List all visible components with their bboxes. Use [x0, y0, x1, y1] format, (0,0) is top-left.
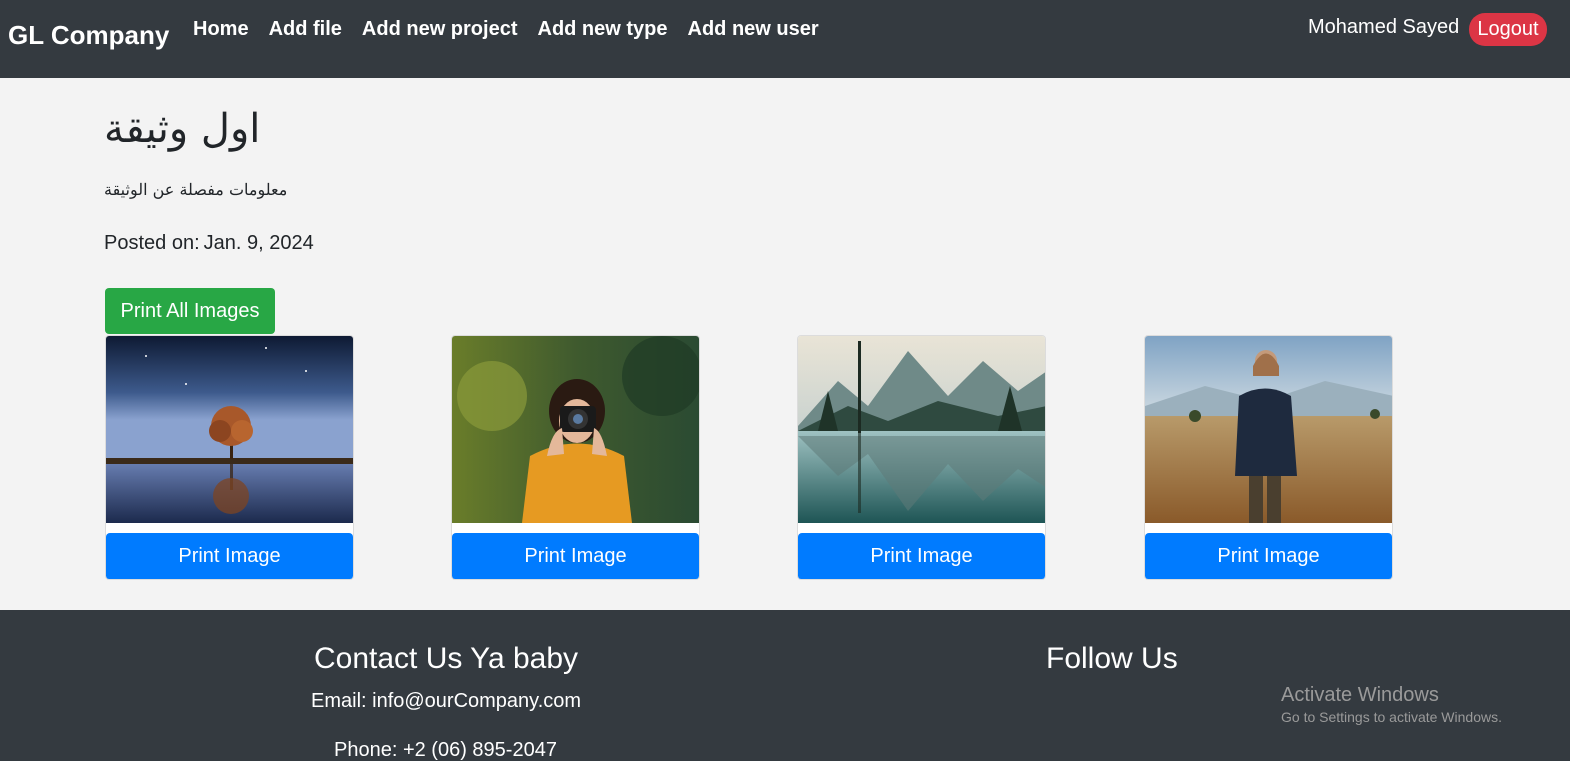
- print-image-button[interactable]: Print Image: [1145, 533, 1392, 579]
- navbar: GL Company Home Add file Add new project…: [0, 0, 1570, 78]
- image-card: Print Image: [797, 335, 1046, 580]
- posted-date-line: Posted on: Jan. 9, 2024: [104, 232, 314, 255]
- nav-link-add-new-user[interactable]: Add new user: [688, 18, 819, 41]
- mountain-lake-image: [798, 336, 1045, 523]
- brand-logo[interactable]: GL Company: [8, 20, 169, 51]
- woman-with-camera-image: [452, 336, 699, 523]
- nav-link-add-file[interactable]: Add file: [269, 18, 342, 41]
- logout-button[interactable]: Logout: [1469, 13, 1547, 46]
- posted-label: Posted on:: [104, 232, 200, 254]
- nav-links: Home Add file Add new project Add new ty…: [193, 18, 839, 41]
- activate-subtitle: Go to Settings to activate Windows.: [1281, 709, 1502, 725]
- document-description: معلومات مفصلة عن الوثيقة: [104, 180, 288, 199]
- image-card: Print Image: [1144, 335, 1393, 580]
- man-in-field-image: [1145, 336, 1392, 523]
- activate-title: Activate Windows: [1281, 684, 1439, 706]
- print-image-button[interactable]: Print Image: [106, 533, 353, 579]
- print-all-images-button[interactable]: Print All Images: [105, 288, 275, 334]
- image-card: Print Image: [451, 335, 700, 580]
- print-image-button[interactable]: Print Image: [452, 533, 699, 579]
- nav-link-home[interactable]: Home: [193, 18, 249, 41]
- contact-email: Email: info@ourCompany.com: [311, 690, 582, 712]
- nav-link-add-new-type[interactable]: Add new type: [538, 18, 668, 41]
- print-image-button[interactable]: Print Image: [798, 533, 1045, 579]
- image-card: Print Image: [105, 335, 354, 580]
- follow-title: Follow Us: [1046, 642, 1178, 675]
- contact-title: Contact Us Ya baby: [314, 642, 579, 675]
- nav-link-add-new-project[interactable]: Add new project: [362, 18, 518, 41]
- activate-windows-watermark: Activate Windows Go to Settings to activ…: [1281, 684, 1502, 725]
- contact-phone: Phone: +2 (06) 895-2047: [334, 739, 557, 761]
- posted-date: Jan. 9, 2024: [203, 232, 314, 254]
- user-name: Mohamed Sayed: [1308, 16, 1460, 38]
- tree-reflection-image: [106, 336, 353, 523]
- document-title: اول وثيقة: [104, 106, 261, 152]
